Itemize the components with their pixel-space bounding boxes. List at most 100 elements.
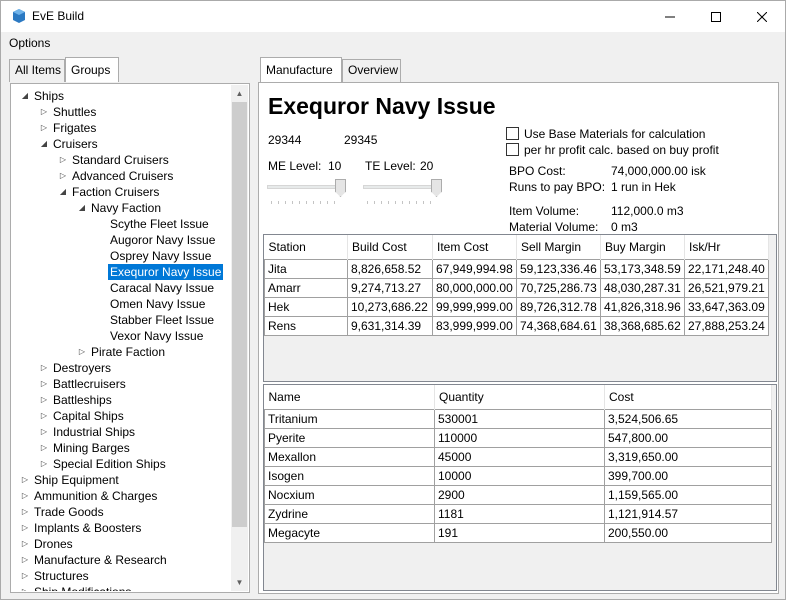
collapsed-arrow-icon[interactable]: ▷ [20, 568, 30, 584]
expanded-arrow-icon[interactable]: ◢ [20, 88, 30, 104]
me-slider-thumb[interactable] [335, 179, 346, 197]
me-level-slider[interactable] [267, 179, 347, 207]
materials-grid[interactable]: Name Quantity Cost Tritanium 530001 3,524,50… [263, 384, 777, 591]
tree-item[interactable]: ▷ Trade Goods [12, 504, 231, 520]
tree-item[interactable]: Osprey Navy Issue [12, 248, 231, 264]
collapsed-arrow-icon[interactable]: ▷ [20, 584, 30, 591]
tab-all-items[interactable]: All Items [9, 59, 65, 82]
tree-item[interactable]: ▷ Drones [12, 536, 231, 552]
expanded-arrow-icon[interactable]: ◢ [77, 200, 87, 216]
table-row[interactable]: Hek 10,273,686.22 99,999,999.00 89,726,312.… [264, 296, 769, 317]
collapsed-arrow-icon[interactable]: ▷ [39, 120, 49, 136]
table-row[interactable]: Amarr 9,274,713.27 80,000,000.00 70,725,286… [264, 277, 769, 298]
column-header[interactable]: Buy Margin [600, 235, 685, 259]
tree-item[interactable]: Augoror Navy Issue [12, 232, 231, 248]
tree-item-label: Ship Equipment [34, 473, 119, 487]
tree-item[interactable]: Scythe Fleet Issue [12, 216, 231, 232]
expanded-arrow-icon[interactable]: ◢ [39, 136, 49, 152]
tree-item[interactable]: ▷ Battlecruisers [12, 376, 231, 392]
tree-item[interactable]: ▷ Standard Cruisers [12, 152, 231, 168]
tree-item[interactable]: ▷ Frigates [12, 120, 231, 136]
tree-item[interactable]: Exequror Navy Issue [12, 264, 231, 280]
table-cell: Isogen [264, 465, 435, 486]
collapsed-arrow-icon[interactable]: ▷ [39, 376, 49, 392]
collapsed-arrow-icon[interactable]: ▷ [77, 344, 87, 360]
column-header[interactable]: Station [264, 235, 348, 259]
table-row[interactable]: Megacyte 191 200,550.00 [264, 522, 772, 543]
column-header[interactable]: Build Cost [347, 235, 433, 259]
column-header[interactable]: Item Cost [432, 235, 517, 259]
tree-item[interactable]: ▷ Pirate Faction [12, 344, 231, 360]
column-header[interactable]: Cost [604, 385, 772, 409]
tree-item[interactable]: ▷ Manufacture & Research [12, 552, 231, 568]
tree-item[interactable]: ▷ Shuttles [12, 104, 231, 120]
groups-tree[interactable]: ◢ Ships ▷ Shuttles ▷ Frigates ◢ Cruisers ▷ Standa… [12, 85, 231, 591]
tree-item[interactable]: ▷ Ship Equipment [12, 472, 231, 488]
tree-scrollbar[interactable]: ▲ ▼ [231, 85, 248, 591]
collapsed-arrow-icon[interactable]: ▷ [39, 424, 49, 440]
tab-overview[interactable]: Overview [342, 59, 401, 82]
table-row[interactable]: Nocxium 2900 1,159,565.00 [264, 484, 772, 505]
scroll-up-button[interactable]: ▲ [231, 85, 248, 102]
tree-item[interactable]: Stabber Fleet Issue [12, 312, 231, 328]
column-header[interactable]: Name [264, 385, 435, 409]
table-row[interactable]: Zydrine 1181 1,121,914.57 [264, 503, 772, 524]
tree-item[interactable]: ▷Ship Modifications [12, 584, 231, 591]
column-header[interactable]: Sell Margin [516, 235, 601, 259]
tree-item[interactable]: Vexor Navy Issue [12, 328, 231, 344]
tree-item[interactable]: ◢ Faction Cruisers [12, 184, 231, 200]
menu-options[interactable]: Options [9, 36, 50, 50]
tree-item[interactable]: ▷ Industrial Ships [12, 424, 231, 440]
collapsed-arrow-icon[interactable]: ▷ [20, 504, 30, 520]
collapsed-arrow-icon[interactable]: ▷ [39, 360, 49, 376]
tab-manufacture[interactable]: Manufacture [260, 57, 342, 82]
tree-item[interactable]: ▷ Capital Ships [12, 408, 231, 424]
collapsed-arrow-icon[interactable]: ▷ [39, 456, 49, 472]
column-header[interactable]: Quantity [434, 385, 605, 409]
table-row[interactable]: Mexallon 45000 3,319,650.00 [264, 446, 772, 467]
collapsed-arrow-icon[interactable]: ▷ [20, 472, 30, 488]
tree-item[interactable]: ▷ Mining Barges [12, 440, 231, 456]
tree-item[interactable]: ▷ Battleships [12, 392, 231, 408]
collapsed-arrow-icon[interactable]: ▷ [20, 520, 30, 536]
maximize-button[interactable] [693, 1, 739, 32]
stations-grid[interactable]: Station Build Cost Item Cost Sell Margin Buy… [263, 234, 777, 382]
table-row[interactable]: Rens 9,631,314.39 83,999,999.00 74,368,684.… [264, 315, 769, 336]
tree-item[interactable]: ◢ Cruisers [12, 136, 231, 152]
tab-groups[interactable]: Groups [65, 57, 119, 82]
table-row[interactable]: Pyerite 110000 547,800.00 [264, 427, 772, 448]
te-level-slider[interactable] [363, 179, 443, 207]
scroll-thumb[interactable] [232, 102, 247, 527]
collapsed-arrow-icon[interactable]: ▷ [58, 168, 68, 184]
table-row[interactable]: Tritanium 530001 3,524,506.65 [264, 408, 772, 429]
close-button[interactable] [739, 1, 785, 32]
tree-item[interactable]: ▷ Special Edition Ships [12, 456, 231, 472]
collapsed-arrow-icon[interactable]: ▷ [58, 152, 68, 168]
tree-item[interactable]: ◢ Navy Faction [12, 200, 231, 216]
use-base-materials-checkbox[interactable] [506, 127, 519, 140]
collapsed-arrow-icon[interactable]: ▷ [39, 392, 49, 408]
collapsed-arrow-icon[interactable]: ▷ [39, 104, 49, 120]
column-header[interactable]: Isk/Hr [684, 235, 769, 259]
tree-item[interactable]: ◢ Ships [12, 88, 231, 104]
collapsed-arrow-icon[interactable]: ▷ [20, 552, 30, 568]
per-hr-profit-label: per hr profit calc. based on buy profit [524, 143, 719, 157]
tree-item[interactable]: ▷ Advanced Cruisers [12, 168, 231, 184]
collapsed-arrow-icon[interactable]: ▷ [20, 488, 30, 504]
tree-item[interactable]: ▷ Implants & Boosters [12, 520, 231, 536]
tree-item[interactable]: Omen Navy Issue [12, 296, 231, 312]
tree-item[interactable]: ▷ Destroyers [12, 360, 231, 376]
collapsed-arrow-icon[interactable]: ▷ [20, 536, 30, 552]
tree-item[interactable]: ▷ Structures [12, 568, 231, 584]
table-row[interactable]: Isogen 10000 399,700.00 [264, 465, 772, 486]
table-row[interactable]: Jita 8,826,658.52 67,949,994.98 59,123,336.… [264, 258, 769, 279]
te-slider-thumb[interactable] [431, 179, 442, 197]
minimize-button[interactable] [647, 1, 693, 32]
expanded-arrow-icon[interactable]: ◢ [58, 184, 68, 200]
tree-item[interactable]: ▷ Ammunition & Charges [12, 488, 231, 504]
scroll-down-button[interactable]: ▼ [231, 574, 248, 591]
collapsed-arrow-icon[interactable]: ▷ [39, 408, 49, 424]
per-hr-profit-checkbox[interactable] [506, 143, 519, 156]
tree-item[interactable]: Caracal Navy Issue [12, 280, 231, 296]
collapsed-arrow-icon[interactable]: ▷ [39, 440, 49, 456]
